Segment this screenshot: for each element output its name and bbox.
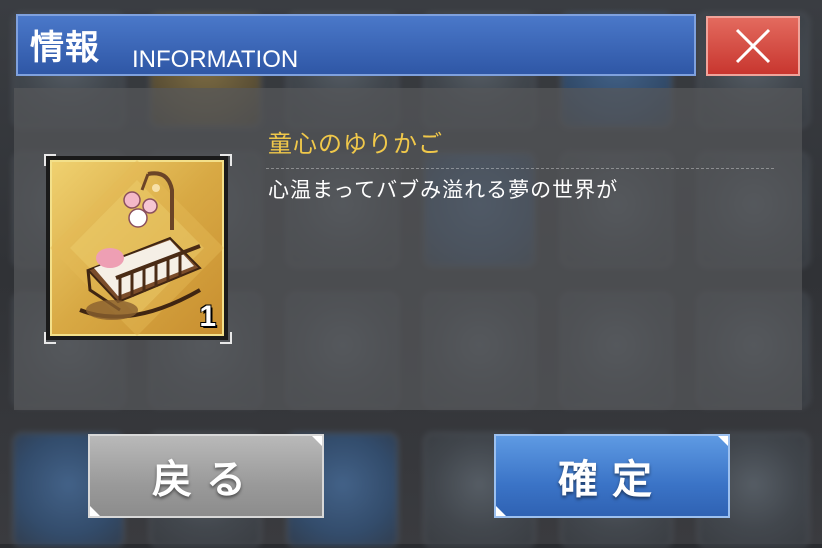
dialog-header: 情報 INFORMATION: [16, 14, 696, 76]
frame-corner: [44, 154, 56, 166]
divider: [266, 168, 774, 169]
back-button[interactable]: 戻る: [88, 434, 324, 518]
item-description: 心温まってバブみ溢れる夢の世界が: [268, 178, 619, 202]
cradle-icon: [50, 160, 224, 336]
item-icon-frame: 1: [46, 156, 228, 340]
confirm-button[interactable]: 確定: [494, 434, 730, 518]
frame-corner: [44, 332, 56, 344]
button-corner-mark: [312, 436, 322, 446]
item-name: 童心のゆりかご: [268, 130, 443, 158]
button-corner-mark: [718, 436, 728, 446]
close-button[interactable]: [706, 16, 800, 76]
item-count: 1: [199, 300, 216, 333]
close-icon: [735, 28, 771, 64]
frame-corner: [220, 154, 232, 166]
dialog-subtitle: INFORMATION: [132, 46, 299, 73]
back-button-label: 戻る: [152, 456, 260, 503]
frame-corner: [220, 332, 232, 344]
button-corner-mark: [496, 506, 506, 516]
button-corner-mark: [90, 506, 100, 516]
confirm-button-label: 確定: [558, 456, 666, 503]
item-info-panel: 1 童心のゆりかご 心温まってバブみ溢れる夢の世界が: [14, 88, 802, 410]
dialog-title: 情報: [30, 28, 100, 68]
